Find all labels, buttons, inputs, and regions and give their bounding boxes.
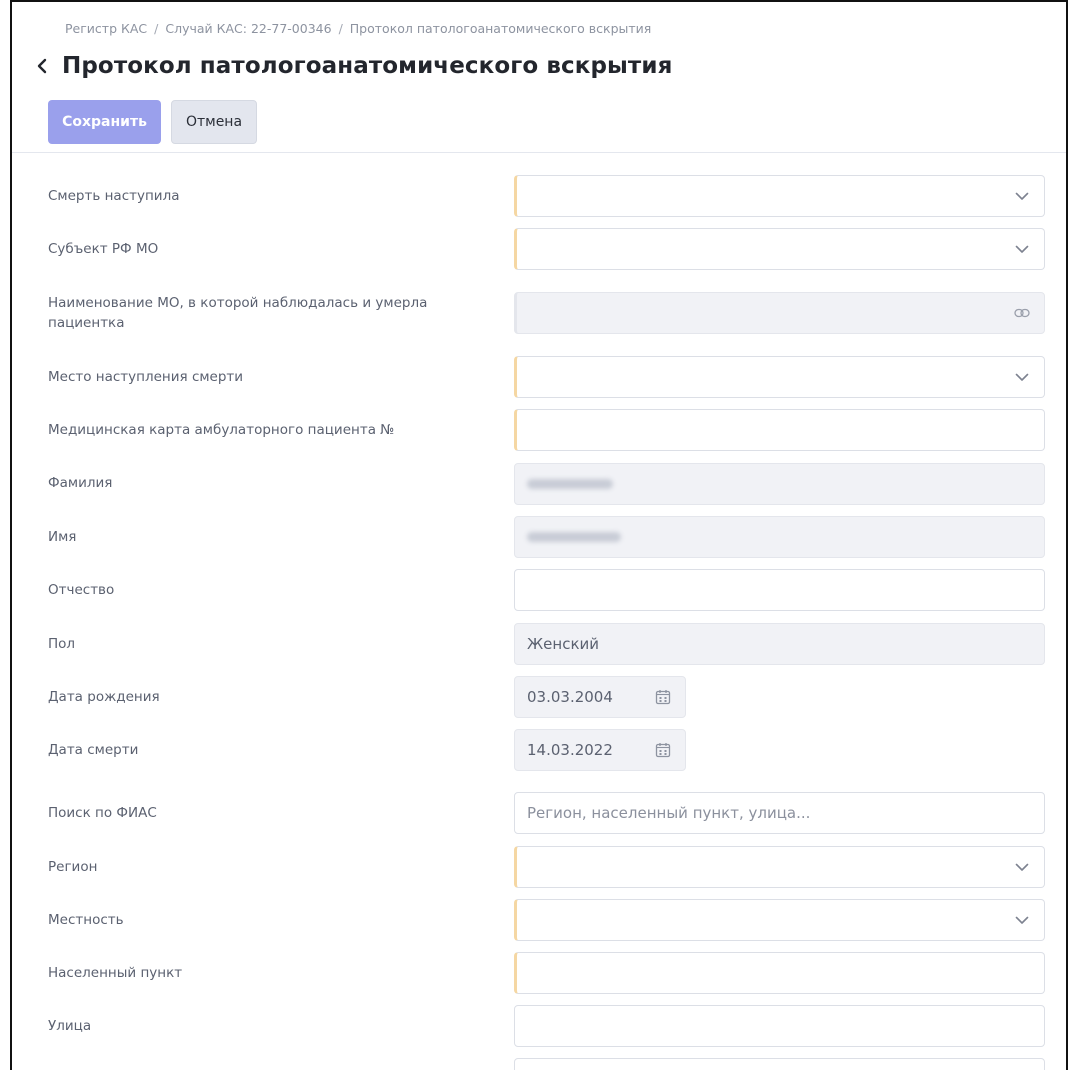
toolbar: Сохранить Отмена	[48, 100, 257, 144]
settlement-input[interactable]	[514, 952, 1045, 994]
sex-label: Пол	[48, 636, 76, 652]
breadcrumb-separator: /	[338, 21, 343, 36]
chevron-down-icon[interactable]	[1012, 857, 1032, 877]
page-title: Протокол патологоанатомического вскрытия	[62, 53, 673, 79]
breadcrumb-item-current: Протокол патологоанатомического вскрытия	[349, 21, 652, 36]
subject-mo-select[interactable]	[514, 228, 1045, 270]
mo-name-label-line2: пациентка	[48, 315, 125, 331]
chevron-down-icon[interactable]	[1012, 186, 1032, 206]
sex-value: Женский	[527, 635, 599, 653]
region-select[interactable]	[514, 846, 1045, 888]
app-frame: Регистр КАС / Случай КАС: 22-77-00346 / Прот…	[10, 0, 1068, 1070]
locality-label: Местность	[48, 912, 124, 928]
settlement-label: Населенный пункт	[48, 965, 183, 981]
sex-field: Женский	[514, 623, 1045, 665]
save-button[interactable]: Сохранить	[48, 100, 161, 144]
death-occurred-label: Смерть наступила	[48, 188, 180, 204]
patronymic-label: Отчество	[48, 582, 115, 598]
mo-name-label-line1: Наименование МО, в которой наблюдалась и…	[48, 295, 428, 311]
death-date-field[interactable]: 14.03.2022	[514, 729, 686, 771]
breadcrumb-item-case[interactable]: Случай КАС: 22-77-00346	[165, 21, 331, 36]
death-date-value: 14.03.2022	[527, 741, 613, 759]
birth-date-field[interactable]: 03.03.2004	[514, 676, 686, 718]
subject-mo-label: Субъект РФ МО	[48, 241, 159, 257]
link-icon[interactable]	[1012, 303, 1032, 323]
street-input[interactable]	[514, 1005, 1045, 1047]
chevron-down-icon[interactable]	[1012, 910, 1032, 930]
chevron-left-icon[interactable]	[36, 52, 62, 80]
calendar-icon[interactable]	[653, 687, 673, 707]
fias-search-placeholder: Регион, населенный пункт, улица...	[527, 804, 811, 822]
mo-name-label: Наименование МО, в которой наблюдалась и…	[48, 293, 427, 333]
last-name-label: Фамилия	[48, 475, 113, 491]
first-name-field	[514, 516, 1045, 558]
patronymic-input[interactable]	[514, 569, 1045, 611]
street-label: Улица	[48, 1018, 92, 1034]
chevron-down-icon[interactable]	[1012, 239, 1032, 259]
fias-search-input[interactable]: Регион, населенный пункт, улица...	[514, 792, 1045, 834]
redacted-text	[527, 532, 621, 542]
redacted-text	[527, 479, 613, 489]
death-place-label: Место наступления смерти	[48, 369, 244, 385]
birth-date-label: Дата рождения	[48, 689, 160, 705]
header-divider	[12, 152, 1066, 153]
mo-name-field[interactable]	[514, 292, 1045, 334]
breadcrumb: Регистр КАС / Случай КАС: 22-77-00346 / Прот…	[65, 21, 651, 36]
breadcrumb-item-register[interactable]: Регистр КАС	[65, 21, 147, 36]
region-label: Регион	[48, 859, 98, 875]
med-card-label: Медицинская карта амбулаторного пациента…	[48, 422, 395, 438]
birth-date-value: 03.03.2004	[527, 688, 613, 706]
death-place-select[interactable]	[514, 356, 1045, 398]
first-name-label: Имя	[48, 529, 77, 545]
locality-select[interactable]	[514, 899, 1045, 941]
fias-search-label: Поиск по ФИАС	[48, 805, 157, 821]
med-card-input[interactable]	[514, 409, 1045, 451]
cancel-button[interactable]: Отмена	[171, 100, 257, 144]
death-occurred-select[interactable]	[514, 175, 1045, 217]
next-field-input[interactable]	[514, 1058, 1045, 1070]
title-row: Протокол патологоанатомического вскрытия	[36, 52, 672, 80]
chevron-down-icon[interactable]	[1012, 367, 1032, 387]
calendar-icon[interactable]	[653, 740, 673, 760]
breadcrumb-separator: /	[154, 21, 159, 36]
death-date-label: Дата смерти	[48, 742, 139, 758]
last-name-field	[514, 463, 1045, 505]
